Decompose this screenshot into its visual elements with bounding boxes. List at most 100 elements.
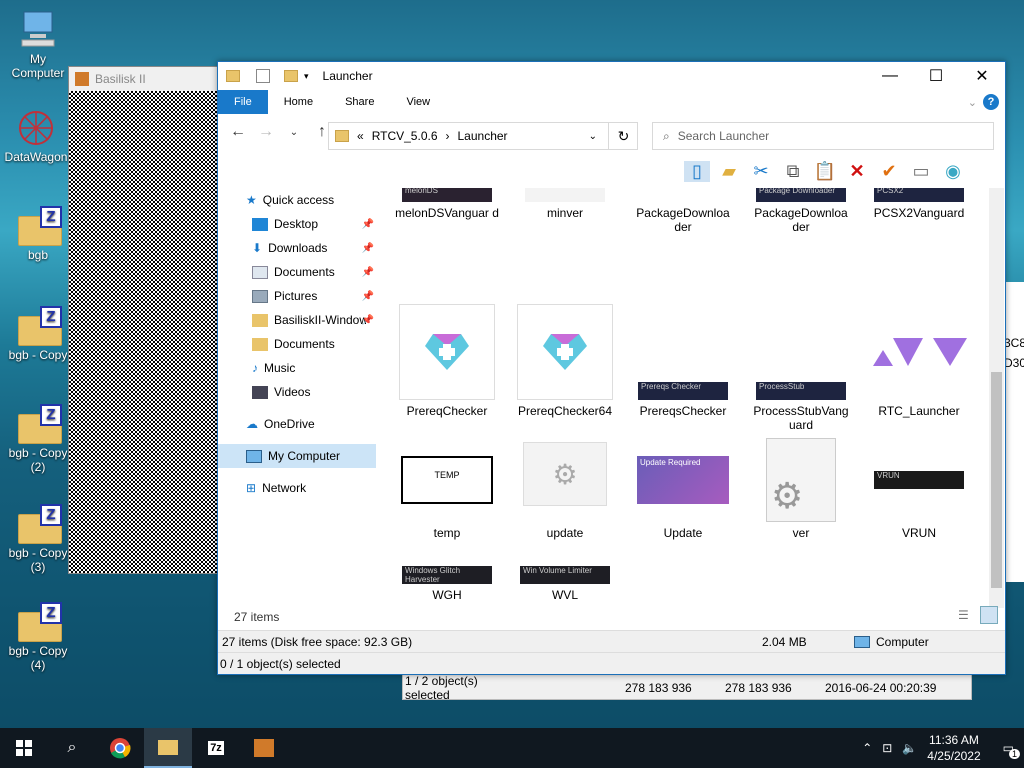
- file-item[interactable]: TEMP temp: [392, 438, 502, 540]
- sidebar-item-quick-access[interactable]: ★ Quick access: [218, 188, 378, 212]
- file-item[interactable]: PrereqChecker: [392, 304, 502, 418]
- desktop-icon-my-computer[interactable]: My Computer: [2, 10, 74, 80]
- properties-icon[interactable]: ▭: [908, 161, 934, 182]
- pictures-icon: [252, 289, 268, 303]
- network-icon[interactable]: ⊡: [882, 741, 892, 755]
- file-item[interactable]: ⚙ ver: [746, 438, 856, 540]
- basilisk-window[interactable]: Basilisk II: [68, 66, 224, 574]
- scrollbar-thumb[interactable]: [991, 372, 1002, 588]
- file-item[interactable]: PackageDownloa der: [628, 188, 738, 234]
- file-name: PrereqsChecker: [639, 404, 727, 418]
- refresh-button[interactable]: ↻: [608, 122, 638, 150]
- tab-view[interactable]: View: [390, 90, 446, 114]
- file-name: PackageDownloa der: [754, 206, 848, 234]
- file-item[interactable]: VRUN VRUN: [864, 438, 974, 540]
- explorer-window[interactable]: ▾ Launcher — ☐ ✕ File Home Share View ⌄ …: [217, 61, 1006, 675]
- items-count: 27 items: [234, 610, 280, 624]
- desktop-icon-bgb[interactable]: Z bgb: [2, 206, 74, 262]
- clock[interactable]: 11:36 AM 4/25/2022: [927, 732, 980, 764]
- 7zip-icon[interactable]: 7z: [192, 728, 240, 768]
- file-name: VRUN: [901, 526, 936, 540]
- chevron-up-icon[interactable]: ⌃: [862, 741, 872, 755]
- file-item[interactable]: Windows Glitch Harvester WGH: [392, 566, 502, 602]
- chrome-icon[interactable]: [96, 728, 144, 768]
- file-item[interactable]: RTC_Launcher: [864, 304, 974, 418]
- details-view-icon[interactable]: ☰: [958, 608, 969, 622]
- file-item[interactable]: melonDS melonDSVanguar d: [392, 188, 502, 220]
- delete-icon[interactable]: ✕: [844, 161, 870, 182]
- sidebar-item-my-computer[interactable]: My Computer: [218, 444, 376, 468]
- preview-pane-icon[interactable]: ▯: [684, 160, 710, 182]
- breadcrumb-launcher[interactable]: Launcher: [458, 129, 508, 143]
- diamond-icon: [517, 304, 613, 400]
- basilisk-screen[interactable]: [69, 91, 223, 573]
- vertical-scrollbar[interactable]: [989, 188, 1004, 608]
- tab-share[interactable]: Share: [329, 90, 390, 114]
- file-item[interactable]: Prereqs Checker PrereqsChecker: [628, 304, 738, 418]
- search-box[interactable]: ⌕ Search Launcher: [652, 122, 994, 150]
- file-item[interactable]: ProcessStub ProcessStubVang uard: [746, 304, 856, 432]
- cut-icon[interactable]: ✂: [748, 161, 774, 182]
- sidebar-item-basiliskii-window[interactable]: BasiliskII-Window 📌: [218, 308, 378, 332]
- tab-home[interactable]: Home: [268, 90, 329, 114]
- desktop-icon-bgb-copy-3[interactable]: Z bgb - Copy (3): [2, 504, 74, 574]
- file-item[interactable]: PrereqChecker64: [510, 304, 620, 418]
- expand-ribbon-icon[interactable]: ⌄: [968, 96, 977, 109]
- basilisk-app-icon[interactable]: [240, 728, 288, 768]
- titlebar[interactable]: ▾ Launcher — ☐ ✕: [218, 62, 1005, 90]
- sidebar-item-pictures[interactable]: Pictures 📌: [218, 284, 378, 308]
- sidebar-item-documents-2[interactable]: Documents: [218, 332, 378, 356]
- help-icon[interactable]: ?: [983, 94, 999, 110]
- basilisk-titlebar[interactable]: Basilisk II: [69, 67, 223, 91]
- background-text: D30: [1004, 356, 1024, 370]
- start-button[interactable]: [0, 728, 48, 768]
- address-bar[interactable]: « RTCV_5.0.6 › Launcher ⌄: [328, 122, 638, 150]
- desktop-icon-bgb-copy-4[interactable]: Z bgb - Copy (4): [2, 602, 74, 672]
- tab-file[interactable]: File: [218, 90, 268, 114]
- desktop-icon-bgb-copy-2[interactable]: Z bgb - Copy (2): [2, 404, 74, 474]
- minimize-button[interactable]: —: [867, 62, 913, 90]
- new-folder-icon[interactable]: [284, 70, 298, 82]
- sidebar-item-videos[interactable]: Videos: [218, 380, 378, 404]
- rename-check-icon[interactable]: ✔: [876, 161, 902, 182]
- sidebar-item-downloads[interactable]: ⬇ Downloads 📌: [218, 236, 378, 260]
- notification-icon[interactable]: ▭ 1: [1003, 741, 1020, 759]
- copy-icon[interactable]: ⧉: [780, 161, 806, 182]
- quick-access-dropdown-icon[interactable]: ▾: [304, 71, 309, 82]
- sidebar-item-documents[interactable]: Documents 📌: [218, 260, 378, 284]
- sidebar-item-network[interactable]: ⊞ Network: [218, 476, 378, 500]
- maximize-button[interactable]: ☐: [913, 62, 959, 90]
- file-item[interactable]: Package Downloader PackageDownloa der: [746, 188, 856, 234]
- file-item[interactable]: Win Volume Limiter WVL: [510, 566, 620, 602]
- back-arrow-icon[interactable]: ←: [226, 123, 250, 141]
- sidebar-item-label: BasiliskII-Window: [274, 313, 366, 327]
- address-dropdown-icon[interactable]: ⌄: [589, 131, 597, 142]
- sidebar-item-music[interactable]: ♪ Music: [218, 356, 378, 380]
- sidebar-item-onedrive[interactable]: ☁ OneDrive: [218, 412, 378, 436]
- desktop-icon-bgb-copy[interactable]: Z bgb - Copy: [2, 306, 74, 362]
- paste-icon[interactable]: 📋: [812, 161, 838, 182]
- volume-icon[interactable]: 🔈: [902, 741, 917, 755]
- sidebar-item-desktop[interactable]: Desktop 📌: [218, 212, 378, 236]
- status-items: 27 items (Disk free space: 92.3 GB): [222, 634, 413, 649]
- file-item[interactable]: ⚙ update: [510, 438, 620, 540]
- file-item[interactable]: Update Required Update: [628, 438, 738, 540]
- file-explorer-icon[interactable]: [144, 728, 192, 768]
- recent-locations-icon[interactable]: ⌄: [282, 127, 306, 138]
- new-folder-icon[interactable]: ▰: [716, 161, 742, 182]
- network-icon: ⊞: [246, 481, 257, 495]
- search-icon[interactable]: ⌕: [48, 728, 96, 768]
- desktop-icon-datawagon[interactable]: DataWagon: [0, 108, 72, 164]
- file-item[interactable]: minver: [510, 188, 620, 220]
- search-input[interactable]: Search Launcher: [678, 129, 769, 143]
- properties-icon[interactable]: [256, 69, 270, 83]
- forward-arrow-icon[interactable]: →: [254, 123, 278, 141]
- file-item[interactable]: PCSX2 PCSX2Vanguard: [864, 188, 974, 220]
- breadcrumb-rtcv[interactable]: RTCV_5.0.6: [372, 129, 438, 143]
- shell-icon[interactable]: ◉: [940, 161, 966, 182]
- address-overflow[interactable]: «: [357, 129, 364, 143]
- update-thumbnail: Update Required: [637, 456, 729, 504]
- large-icons-view-icon[interactable]: [980, 606, 998, 624]
- file-list[interactable]: melonDS melonDSVanguar d minver PackageD…: [390, 188, 986, 612]
- close-button[interactable]: ✕: [959, 62, 1005, 90]
